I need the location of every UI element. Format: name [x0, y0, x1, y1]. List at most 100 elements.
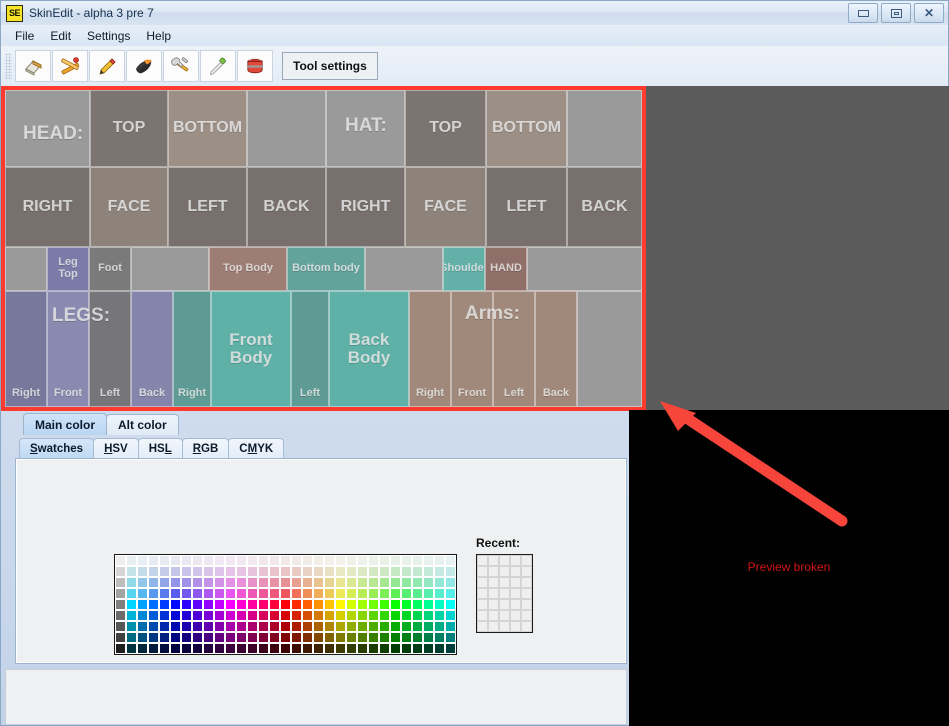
color-swatch[interactable]	[412, 610, 423, 621]
menu-settings[interactable]: Settings	[79, 27, 138, 45]
color-swatch[interactable]	[357, 599, 368, 610]
skin-cell-empty[interactable]	[5, 247, 47, 291]
color-swatch[interactable]	[269, 621, 280, 632]
color-swatch[interactable]	[148, 610, 159, 621]
color-swatch[interactable]	[291, 632, 302, 643]
skin-cell-left[interactable]: LEFT	[486, 167, 567, 247]
color-swatch[interactable]	[148, 577, 159, 588]
color-swatch[interactable]	[258, 566, 269, 577]
color-swatch[interactable]	[115, 632, 126, 643]
color-swatch[interactable]	[148, 555, 159, 566]
color-swatch[interactable]	[203, 610, 214, 621]
menu-help[interactable]: Help	[138, 27, 179, 45]
color-swatch[interactable]	[148, 566, 159, 577]
color-swatch[interactable]	[181, 643, 192, 654]
color-swatch-grid[interactable]	[114, 554, 457, 655]
skin-cell-right[interactable]: Right	[409, 291, 451, 407]
color-swatch[interactable]	[225, 632, 236, 643]
color-swatch[interactable]	[434, 599, 445, 610]
color-swatch[interactable]	[313, 555, 324, 566]
color-swatch[interactable]	[324, 555, 335, 566]
color-swatch[interactable]	[291, 610, 302, 621]
color-swatch[interactable]	[401, 632, 412, 643]
skin-cell-right[interactable]: RIGHT	[326, 167, 405, 247]
skin-cell-top[interactable]: TOP	[90, 90, 168, 167]
recent-color-swatch[interactable]	[510, 599, 521, 610]
color-swatch[interactable]	[313, 566, 324, 577]
color-swatch[interactable]	[302, 643, 313, 654]
recent-color-swatch[interactable]	[521, 566, 532, 577]
color-swatch[interactable]	[324, 632, 335, 643]
color-swatch[interactable]	[445, 643, 456, 654]
color-swatch[interactable]	[159, 599, 170, 610]
color-swatch[interactable]	[203, 588, 214, 599]
color-swatch[interactable]	[214, 632, 225, 643]
recent-color-swatch[interactable]	[488, 555, 499, 566]
recent-color-swatch[interactable]	[488, 621, 499, 632]
color-swatch[interactable]	[126, 577, 137, 588]
color-swatch[interactable]	[302, 610, 313, 621]
color-swatch[interactable]	[170, 566, 181, 577]
color-swatch[interactable]	[181, 566, 192, 577]
color-swatch[interactable]	[368, 555, 379, 566]
tab-alt-color[interactable]: Alt color	[106, 414, 179, 435]
color-swatch[interactable]	[214, 577, 225, 588]
recent-color-swatch[interactable]	[510, 566, 521, 577]
color-swatch[interactable]	[203, 577, 214, 588]
color-swatch[interactable]	[368, 621, 379, 632]
skin-cell-leg-top[interactable]: Leg Top	[47, 247, 89, 291]
color-swatch[interactable]	[291, 621, 302, 632]
color-swatch[interactable]	[137, 566, 148, 577]
skin-cell-right[interactable]: Right	[173, 291, 211, 407]
color-swatch[interactable]	[357, 632, 368, 643]
color-swatch[interactable]	[302, 588, 313, 599]
color-swatch[interactable]	[379, 632, 390, 643]
skin-cell-right[interactable]: RIGHT	[5, 167, 90, 247]
skin-cell-left[interactable]: Left	[493, 291, 535, 407]
color-swatch[interactable]	[137, 632, 148, 643]
color-swatch[interactable]	[115, 577, 126, 588]
color-swatch[interactable]	[225, 621, 236, 632]
color-swatch[interactable]	[302, 577, 313, 588]
color-swatch[interactable]	[170, 621, 181, 632]
color-swatch[interactable]	[434, 610, 445, 621]
color-swatch[interactable]	[412, 621, 423, 632]
color-swatch[interactable]	[247, 621, 258, 632]
color-swatch[interactable]	[412, 566, 423, 577]
recent-color-swatch[interactable]	[488, 588, 499, 599]
recent-color-swatch[interactable]	[510, 577, 521, 588]
color-swatch[interactable]	[434, 643, 445, 654]
color-swatch[interactable]	[357, 610, 368, 621]
color-swatch[interactable]	[423, 632, 434, 643]
color-swatch[interactable]	[335, 621, 346, 632]
skin-cell-back-body[interactable]: Back Body	[329, 291, 409, 407]
color-swatch[interactable]	[434, 566, 445, 577]
color-swatch[interactable]	[401, 577, 412, 588]
color-swatch[interactable]	[203, 643, 214, 654]
color-swatch[interactable]	[401, 566, 412, 577]
color-swatch[interactable]	[346, 610, 357, 621]
color-swatch[interactable]	[357, 577, 368, 588]
color-swatch[interactable]	[368, 577, 379, 588]
recent-color-swatch[interactable]	[521, 577, 532, 588]
skin-cell-empty[interactable]	[365, 247, 443, 291]
color-swatch[interactable]	[159, 566, 170, 577]
color-swatch[interactable]	[159, 643, 170, 654]
color-swatch[interactable]	[214, 621, 225, 632]
color-swatch[interactable]	[148, 621, 159, 632]
color-swatch[interactable]	[379, 643, 390, 654]
pencil-tool-button[interactable]	[89, 50, 125, 82]
color-swatch[interactable]	[126, 566, 137, 577]
recent-color-swatch[interactable]	[510, 588, 521, 599]
color-swatch[interactable]	[159, 555, 170, 566]
color-swatch[interactable]	[357, 621, 368, 632]
color-swatch[interactable]	[181, 632, 192, 643]
recent-color-swatch[interactable]	[499, 610, 510, 621]
color-swatch[interactable]	[412, 632, 423, 643]
skin-cell-back[interactable]: BACK	[567, 167, 642, 247]
skin-cell-back[interactable]: Back	[131, 291, 173, 407]
color-swatch[interactable]	[192, 610, 203, 621]
color-swatch[interactable]	[445, 632, 456, 643]
color-swatch[interactable]	[115, 610, 126, 621]
tool-settings-button[interactable]: Tool settings	[282, 52, 378, 80]
